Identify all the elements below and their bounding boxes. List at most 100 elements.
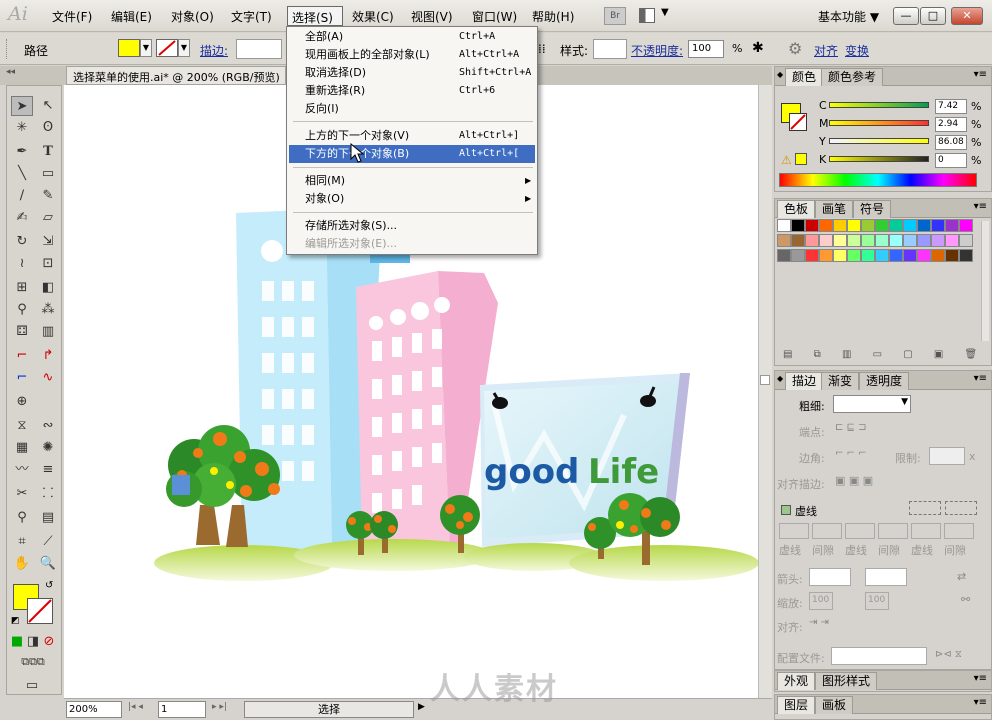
swatch[interactable] (903, 219, 917, 232)
dash-1-input[interactable] (779, 523, 809, 539)
crystallize-tool-icon[interactable]: ✺ (37, 438, 59, 458)
swatch[interactable] (945, 219, 959, 232)
tab-artboards[interactable]: 画板 (815, 696, 854, 714)
arrange-documents-button[interactable]: ▼ (639, 6, 673, 26)
paintbrush-tool-icon[interactable]: ∕ (11, 186, 33, 206)
eyedropper-tool-icon[interactable]: ⚲ (11, 300, 33, 320)
panel-menu-icon[interactable]: ▾≡ (974, 697, 987, 708)
tab-symbols[interactable]: 符号 (853, 200, 892, 218)
magnify-tool-icon[interactable]: 🔍 (37, 554, 59, 574)
panel-menu-icon[interactable]: ▾≡ (974, 201, 987, 212)
tab-appearance[interactable]: 外观 (777, 672, 816, 690)
start-scale-input[interactable]: 100 (809, 592, 833, 610)
next-page-icon[interactable]: ▸ ▸| (212, 702, 227, 712)
opacity-link[interactable]: 不透明度: (631, 42, 683, 59)
swatch[interactable] (861, 219, 875, 232)
end-arrowhead-select[interactable] (865, 568, 907, 586)
panel-menu-icon[interactable]: ▾≡ (974, 673, 987, 684)
swatch[interactable] (833, 234, 847, 247)
swatch[interactable] (847, 219, 861, 232)
flip-profile-icons[interactable]: ⊳⊲ ⧖ (935, 649, 962, 660)
swatch[interactable] (833, 219, 847, 232)
drawing-modes-icon[interactable]: ⧉⧉⧉ (9, 652, 57, 672)
menu-item-all-on-artboard[interactable]: 现用画板上的全部对象(L) Alt+Ctrl+A (289, 46, 535, 64)
menu-item-inverse[interactable]: 反向(I) (289, 100, 535, 118)
menu-item-save-selection[interactable]: 存储所选对象(S)... (289, 217, 535, 235)
scissors-tool-icon[interactable]: ∾ (37, 416, 59, 436)
status-indicator[interactable]: 选择 (244, 701, 414, 718)
black-value[interactable]: 0 (935, 153, 967, 168)
swatch[interactable] (805, 234, 819, 247)
hand-tool-icon[interactable]: ✋ (11, 554, 33, 574)
selection-tool-icon[interactable]: ➤ (11, 96, 33, 116)
document-setup-icon[interactable]: ⚙ (788, 39, 802, 58)
tab-color[interactable]: 颜色 (785, 68, 824, 86)
zoom-tool-icon[interactable]: ⚲ (11, 508, 33, 528)
swatches-scrollbar[interactable] (981, 221, 989, 341)
swap-arrowheads-icon[interactable]: ⇄ (957, 570, 966, 583)
pencil-tool-icon[interactable]: ✎ (37, 186, 59, 206)
mesh-tool-icon[interactable]: ⧖ (11, 416, 33, 436)
swatch[interactable] (791, 249, 805, 262)
color-stroke-swatch[interactable] (789, 113, 807, 131)
status-menu-icon[interactable]: ▶ (418, 702, 425, 712)
swatch[interactable] (791, 219, 805, 232)
swatch[interactable] (945, 249, 959, 262)
knife-tool-icon[interactable]: ✂ (11, 484, 33, 504)
swatch[interactable] (931, 234, 945, 247)
swatch[interactable] (819, 249, 833, 262)
knife-blade-tool-icon[interactable]: ⟋ (37, 532, 59, 552)
bridge-button[interactable]: Br (604, 7, 626, 25)
menu-item-same[interactable]: 相同(M) ▶ (289, 172, 535, 190)
panel-menu-icon[interactable]: ▾≡ (974, 69, 987, 80)
limit-input[interactable] (929, 447, 965, 465)
restore-button[interactable]: □ (920, 7, 946, 25)
menu-window[interactable]: 窗口(W) (472, 8, 517, 25)
corner-buttons[interactable]: ⌐ ⌐ ⌐ (835, 448, 887, 464)
swatch[interactable] (889, 249, 903, 262)
live-paint-tool-icon[interactable]: ⌐ (11, 368, 33, 388)
swatch[interactable] (875, 249, 889, 262)
swatch[interactable] (847, 249, 861, 262)
default-colors-icon[interactable]: ◩ (11, 616, 20, 626)
tab-swatches[interactable]: 色板 (777, 200, 816, 218)
tab-transparency[interactable]: 透明度 (859, 372, 910, 390)
eraser-tool-icon[interactable]: ▱ (37, 208, 59, 228)
gradient-mode-icon[interactable]: ◨ (25, 632, 41, 652)
blob-brush-tool-icon[interactable]: ✍ (11, 208, 33, 228)
swatch[interactable] (959, 249, 973, 262)
end-scale-input[interactable]: 100 (865, 592, 889, 610)
swatch[interactable] (791, 234, 805, 247)
swatch[interactable] (959, 219, 973, 232)
first-page-icon[interactable]: |◂ ◂ (128, 702, 143, 712)
rectangle-tool-icon[interactable]: ▭ (37, 164, 59, 184)
tab-layers[interactable]: 图层 (777, 696, 816, 714)
stroke-panel-link[interactable]: 描边: (200, 42, 228, 59)
magenta-value[interactable]: 2.94 (935, 117, 967, 132)
minimize-button[interactable]: — (893, 7, 919, 25)
swatch[interactable] (945, 234, 959, 247)
warp-tool-icon[interactable]: ≀ (11, 254, 33, 274)
dash-3-input[interactable] (911, 523, 941, 539)
direct-selection-tool-icon[interactable]: ↖ (37, 96, 59, 116)
menu-item-deselect[interactable]: 取消选择(D) Shift+Ctrl+A (289, 64, 535, 82)
gamut-color-swatch[interactable] (795, 153, 807, 165)
dash-2-input[interactable] (845, 523, 875, 539)
swatch[interactable] (861, 249, 875, 262)
align-panel-link[interactable]: 对齐 (814, 42, 838, 59)
start-arrowhead-select[interactable] (809, 568, 851, 586)
weight-input[interactable]: ▼ (833, 395, 911, 413)
menu-select[interactable]: 选择(S) (287, 6, 343, 26)
yellow-value[interactable]: 86.08 (935, 135, 967, 150)
tab-graphic-styles[interactable]: 图形样式 (815, 672, 878, 690)
cap-buttons[interactable]: ⊏ ⊑ ⊐ (835, 422, 887, 438)
artboard-tool-icon[interactable]: ⌐ (11, 346, 33, 366)
close-button[interactable]: ✕ (951, 7, 983, 25)
swatch[interactable] (889, 234, 903, 247)
grid-icon[interactable]: ⁞⁞ (538, 42, 546, 56)
wrinkle-tool-icon[interactable]: ≡ (37, 460, 59, 480)
document-tab[interactable]: 选择菜单的使用.ai* @ 200% (RGB/预览) (66, 66, 286, 85)
fill-dropdown-button[interactable]: ▼ (140, 39, 152, 57)
opacity-input[interactable]: 100 (688, 40, 724, 58)
swatch[interactable] (917, 234, 931, 247)
